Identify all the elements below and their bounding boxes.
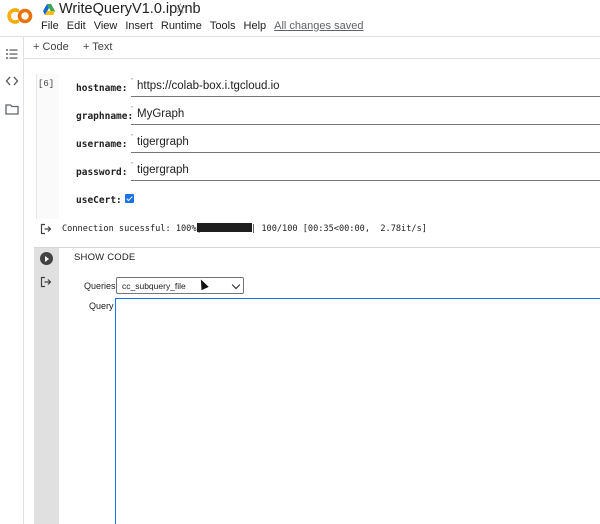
output-icon[interactable] — [40, 276, 52, 288]
hostname-field[interactable]: " https://colab-box.i.tgcloud.io — [131, 78, 600, 97]
menu-edit[interactable]: Edit — [67, 20, 86, 32]
hostname-label: hostname: — [76, 83, 128, 94]
menu-file[interactable]: File — [41, 20, 59, 32]
folder-icon[interactable] — [5, 102, 19, 116]
graphname-field[interactable]: " MyGraph — [131, 106, 600, 125]
graphname-value: MyGraph — [137, 108, 185, 120]
string-quote-marker: " — [131, 78, 134, 85]
query-label: Query — [89, 301, 114, 311]
queries-label: Queries — [84, 281, 116, 291]
usecert-checkbox[interactable] — [125, 194, 134, 203]
output-icon[interactable] — [40, 223, 52, 235]
run-cell-button[interactable] — [40, 252, 53, 265]
query-textarea[interactable] — [115, 298, 600, 524]
connection-output-prefix: Connection sucessful: 100%| — [62, 224, 202, 234]
notebook-toolbar: + Code + Text — [24, 37, 600, 59]
password-value: tigergraph — [137, 164, 189, 176]
string-quote-marker: " — [131, 106, 134, 113]
usecert-label: useCert: — [76, 195, 122, 206]
notebook-header: WriteQueryV1.0.ipynb ☆ File Edit View In… — [0, 0, 600, 37]
queries-selected-value: cc_subquery_file — [122, 281, 186, 291]
star-icon[interactable]: ☆ — [174, 0, 187, 17]
add-code-cell-button[interactable]: + Code — [33, 41, 69, 53]
left-rail — [0, 37, 24, 524]
show-code-button[interactable]: SHOW CODE — [74, 252, 135, 263]
cell-gutter-active — [34, 248, 59, 524]
string-quote-marker: " — [131, 162, 134, 169]
hostname-value: https://colab-box.i.tgcloud.io — [137, 80, 280, 92]
menu-insert[interactable]: Insert — [125, 20, 153, 32]
password-field[interactable]: " tigergraph — [131, 162, 600, 181]
progress-bar — [197, 223, 252, 232]
string-quote-marker: " — [131, 134, 134, 141]
menu-view[interactable]: View — [94, 20, 118, 32]
connection-output-suffix: | 100/100 [00:35<00:00, 2.78it/s] — [251, 224, 427, 234]
progress-fill — [197, 223, 252, 232]
graphname-label: graphname: — [76, 111, 134, 122]
google-drive-icon[interactable] — [43, 4, 55, 15]
queries-dropdown[interactable]: cc_subquery_file — [116, 277, 244, 294]
execution-count: [6] — [38, 79, 55, 89]
table-of-contents-icon[interactable] — [5, 47, 19, 61]
code-snippets-icon[interactable] — [5, 74, 19, 88]
menu-tools[interactable]: Tools — [210, 20, 236, 32]
username-field[interactable]: " tigergraph — [131, 134, 600, 153]
password-label: password: — [76, 167, 128, 178]
add-text-cell-button[interactable]: + Text — [83, 41, 112, 53]
menu-bar: File Edit View Insert Runtime Tools Help… — [41, 20, 371, 32]
username-value: tigergraph — [137, 136, 189, 148]
cell-gutter — [36, 74, 59, 219]
menu-help[interactable]: Help — [244, 20, 267, 32]
colab-logo-icon[interactable] — [6, 6, 34, 26]
chevron-down-icon — [231, 280, 241, 290]
save-status-link[interactable]: All changes saved — [274, 20, 363, 32]
username-label: username: — [76, 139, 128, 150]
menu-runtime[interactable]: Runtime — [161, 20, 202, 32]
